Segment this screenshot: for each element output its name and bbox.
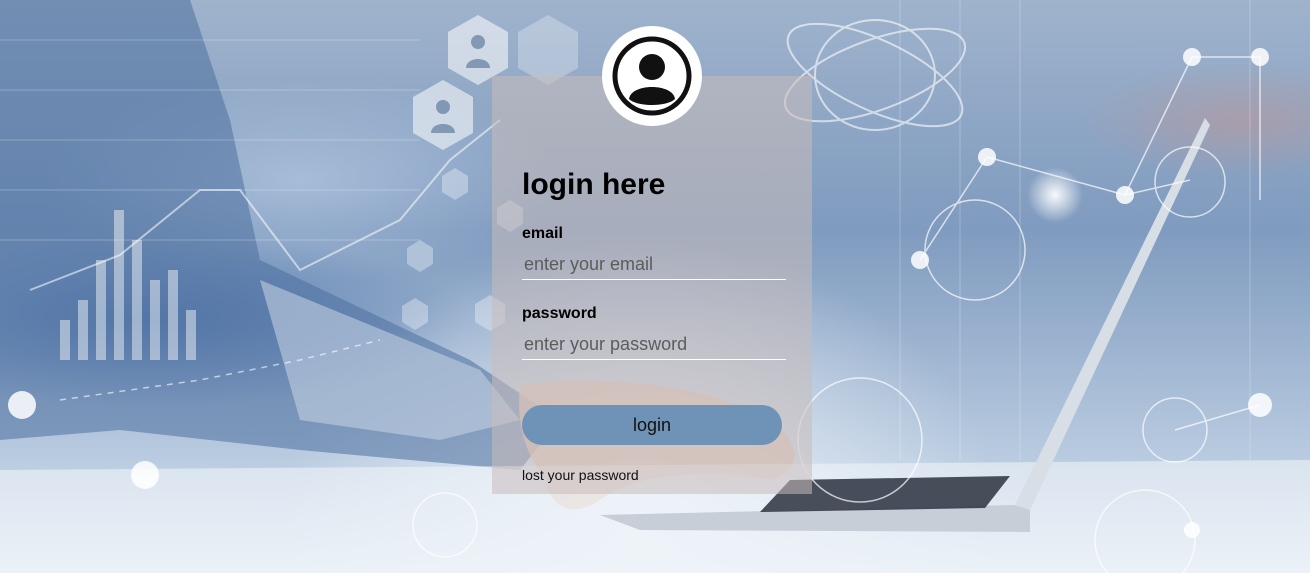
password-label: password bbox=[522, 305, 597, 322]
user-circle-icon bbox=[612, 36, 692, 116]
email-field[interactable] bbox=[522, 250, 786, 280]
lost-password-link[interactable]: lost your password bbox=[522, 467, 639, 483]
password-field[interactable] bbox=[522, 330, 786, 360]
login-button[interactable]: login bbox=[522, 405, 782, 445]
login-title: login here bbox=[522, 168, 666, 201]
avatar bbox=[602, 26, 702, 126]
email-label: email bbox=[522, 225, 563, 242]
